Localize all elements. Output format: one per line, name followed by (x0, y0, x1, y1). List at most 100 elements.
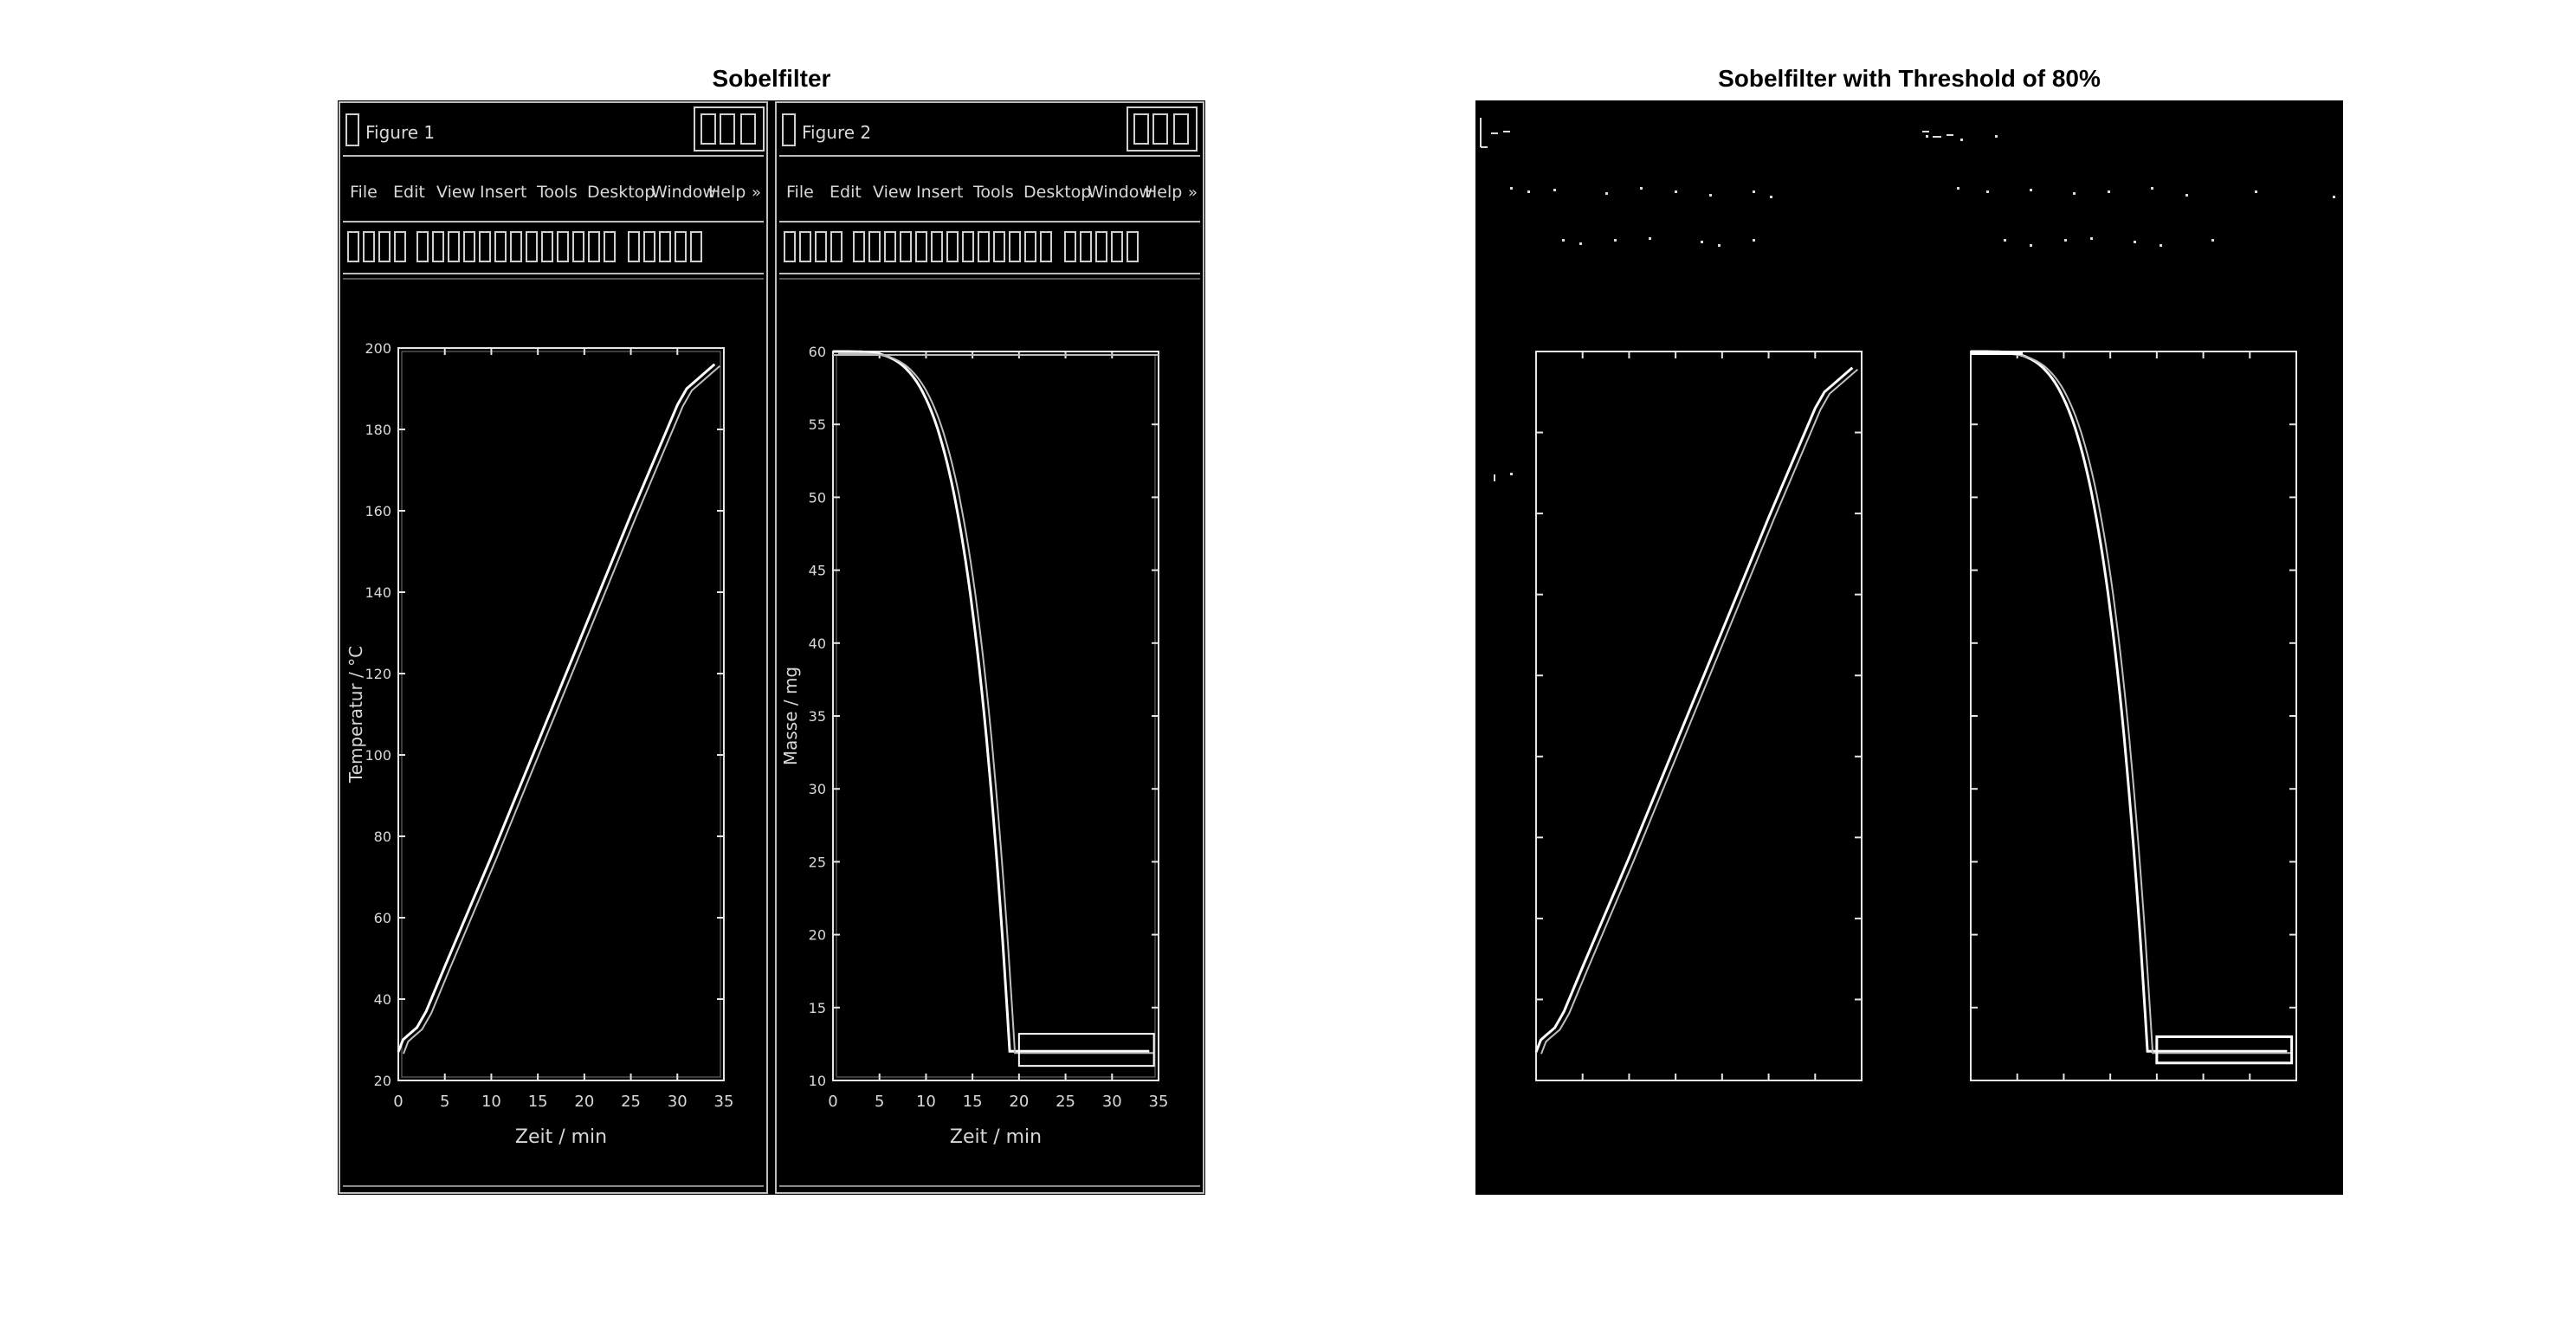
left-temp-xlabel: Zeit / min (515, 1126, 607, 1148)
toolbar-button-icon (868, 231, 881, 262)
toolbar-button-icon (604, 231, 616, 262)
left-temp-ytick-label: 100 (365, 747, 391, 764)
left-mass-xlabel: Zeit / min (950, 1126, 1042, 1148)
toolbar-button-icon (900, 231, 912, 262)
edge-noise-dot (1753, 239, 1755, 242)
minimize-icon[interactable] (701, 114, 715, 144)
edge-noise-dot (2004, 239, 2006, 242)
toolbar-button-icon (1040, 231, 1052, 262)
toolbar-button-icon (799, 231, 811, 262)
edge-noise-dot (2064, 239, 2067, 242)
left-temp-xtick-label: 0 (393, 1093, 403, 1111)
left-mass-plateau-edge (1017, 1033, 1155, 1067)
right-mass-plateau-edge (2155, 1035, 2294, 1065)
minimize-icon[interactable] (1134, 114, 1148, 144)
edge-noise-dot (1718, 244, 1721, 247)
menu-item: Window (1088, 183, 1152, 202)
left-mass-ytick-label: 35 (809, 708, 826, 725)
edge-noise-dot (1770, 196, 1772, 198)
menu-item: Help (708, 183, 746, 202)
edge-noise-dot (1640, 187, 1643, 190)
edge-noise-dot (1986, 190, 1989, 193)
left-mass-axes-box (832, 351, 1159, 1081)
matlab-figure-icon (783, 114, 795, 145)
toolbar-button-icon (1095, 231, 1107, 262)
close-icon[interactable] (741, 114, 755, 144)
menu-item: Tools (536, 183, 578, 202)
left-temp-ytick-label: 160 (365, 503, 391, 519)
edge-noise-dot (1960, 139, 1963, 141)
left-temp-ytick-label: 180 (365, 422, 391, 438)
menu-overflow-chevron-icon: » (752, 184, 761, 202)
left-mass-xtick-label: 20 (1009, 1093, 1029, 1111)
edge-noise-dot (2160, 244, 2162, 247)
toolbar-button-icon (541, 231, 553, 262)
toolbar-button-icon (946, 231, 959, 262)
left-temp-ytick-label: 60 (374, 910, 391, 926)
menu-item: View (436, 183, 475, 202)
left-mass-ytick-label: 60 (809, 344, 826, 360)
edge-noise-dot (1510, 187, 1513, 190)
menu-item: Tools (972, 183, 1014, 202)
toolbar-button-icon (1024, 231, 1036, 262)
right-mass-axes (1970, 351, 2297, 1081)
right-temperature-curve (1534, 366, 1854, 1053)
left-temp-xtick-label: 10 (481, 1093, 501, 1111)
toolbar-button-icon (394, 231, 406, 262)
toolbar-button-icon (993, 231, 1005, 262)
left-mass-ytick-label: 55 (809, 416, 826, 433)
edge-noise-dot (1562, 239, 1565, 242)
edge-noise-dot (1701, 241, 1703, 243)
edge-noise-dot (1614, 239, 1617, 242)
edge-noise-dot (1527, 190, 1530, 193)
toolbar-button-icon (784, 231, 796, 262)
edge-noise-dot (1957, 187, 1959, 190)
menu-item: Insert (916, 183, 964, 202)
toolbar-button-icon (526, 231, 538, 262)
maximize-icon[interactable] (720, 114, 734, 144)
left-mass-xtick-label: 25 (1056, 1093, 1075, 1111)
left-mass-xtick-label: 0 (828, 1093, 837, 1111)
edge-noise-dot (1995, 135, 1998, 138)
toolbar-button-icon (690, 231, 702, 262)
toolbar-button-icon (378, 231, 391, 262)
toolbar-button-icon (588, 231, 600, 262)
edge-noise-dot (2090, 237, 2093, 240)
edge-noise-dot (1709, 194, 1712, 197)
toolbar-button-icon (448, 231, 460, 262)
left-mass-xtick-label: 30 (1102, 1093, 1122, 1111)
edge-noise-dot (1926, 135, 1928, 138)
edge-noise-dot (1675, 190, 1677, 193)
menu-item: File (350, 183, 378, 202)
toolbar-button-icon (978, 231, 990, 262)
left-temp-ytick-label: 120 (365, 666, 391, 682)
menu-item: Insert (480, 183, 527, 202)
toolbar-button-icon (1009, 231, 1021, 262)
edge-noise-dot (1649, 237, 1651, 240)
right-temp-axes-box (1535, 351, 1863, 1081)
toolbar-button-icon (628, 231, 640, 262)
left-temp-ytick-label: 200 (365, 340, 391, 357)
close-icon[interactable] (1174, 114, 1188, 144)
left-temp-xtick-label: 30 (668, 1093, 688, 1111)
maximize-icon[interactable] (1153, 114, 1167, 144)
left-mass-axes-inner-edge (836, 354, 1156, 1078)
left-mass-curve (833, 350, 1150, 1053)
left-mass-ytick-label: 50 (809, 489, 826, 506)
left-mass-curve-edge (838, 352, 1155, 1054)
right-mass-axes-box (1970, 351, 2297, 1081)
left-temp-axes: 0 5 10 15 20 25 30 35 20 40 60 80 100 120 140 160 180 200… (345, 340, 733, 1148)
panel-title-sobelfilter: Sobelfilter (712, 65, 831, 92)
toolbar-button-icon (931, 231, 943, 262)
toolbar-button-icon (432, 231, 444, 262)
toolbar-button-icon (572, 231, 584, 262)
left-temp-ylabel: Temperatur / °C (345, 646, 366, 784)
toolbar-button-icon (363, 231, 375, 262)
left-temperature-curve (397, 363, 716, 1053)
edge-noise-dot (1579, 242, 1582, 245)
toolbar-button-icon (1127, 231, 1139, 262)
toolbar-button-icon (659, 231, 671, 262)
threshold-image (1480, 118, 2335, 1081)
edge-noise-dot (2108, 190, 2110, 193)
edge-noise-dot (2151, 187, 2153, 190)
